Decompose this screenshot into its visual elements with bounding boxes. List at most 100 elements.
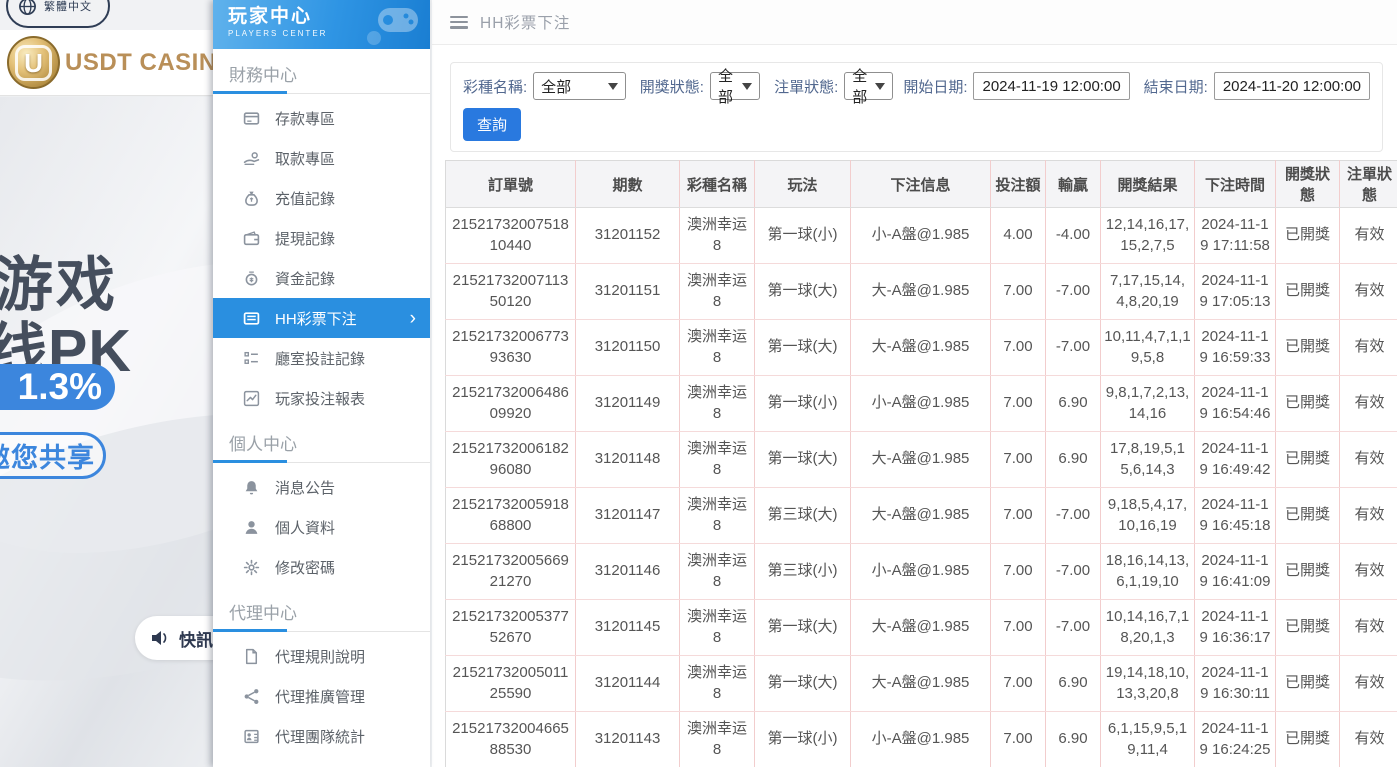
sidebar-item[interactable]: 存款專區 <box>213 98 430 138</box>
table-cell: 第一球(小) <box>755 208 851 264</box>
table-cell: 澳洲幸运8 <box>680 600 755 656</box>
password-gear-icon <box>243 559 260 576</box>
end-date-label: 結束日期: <box>1144 76 1208 97</box>
draw-status-value: 全部 <box>718 65 734 107</box>
sidebar-item-label: 代理推廣管理 <box>275 686 365 707</box>
language-button[interactable]: 繁體中文 <box>6 0 110 28</box>
start-date-value: 2024-11-19 12:00:00 <box>982 78 1120 95</box>
agent-team-icon <box>243 728 260 745</box>
table-cell: 6.90 <box>1046 376 1101 432</box>
table-cell: 2152173200591868800 <box>446 488 576 544</box>
table-cell: 已開獎 <box>1276 264 1340 320</box>
table-cell: 大-A盤@1.985 <box>851 432 991 488</box>
background-topbar: 繁體中文 <box>0 0 213 30</box>
table-cell: -7.00 <box>1046 600 1101 656</box>
table-cell: 31201148 <box>576 432 680 488</box>
withdraw-record-icon <box>243 230 260 247</box>
sidebar-item-label: 代理規則說明 <box>275 646 365 667</box>
table-cell: 10,14,16,7,18,20,1,3 <box>1101 600 1195 656</box>
table-cell: 2024-11-19 16:24:25 <box>1195 712 1276 767</box>
table-cell: 7.00 <box>991 656 1046 712</box>
background-page: 繁體中文 U USDT CASINO 游戏 线PK 1.3% 邀您共享 快訊: <box>0 0 213 767</box>
table-cell: 2024-11-19 16:30:11 <box>1195 656 1276 712</box>
logo-bar: U USDT CASINO <box>0 30 213 96</box>
table-cell: 已開獎 <box>1276 712 1340 767</box>
table-cell: -7.00 <box>1046 320 1101 376</box>
table-row: 215217320067739363031201150澳洲幸运8第一球(大)大-… <box>446 320 1397 376</box>
table-column-header: 玩法 <box>755 161 851 208</box>
table-cell: 小-A盤@1.985 <box>851 544 991 600</box>
table-cell: 31201149 <box>576 376 680 432</box>
table-cell: 有效 <box>1340 656 1397 712</box>
main-panel: HH彩票下注 彩種名稱: 全部 開獎狀態: 全部 注單狀態: 全部 <box>430 0 1397 767</box>
start-date-input[interactable]: 2024-11-19 12:00:00 <box>973 72 1129 100</box>
table-cell: 17,8,19,5,15,6,14,3 <box>1101 432 1195 488</box>
sidebar-item[interactable]: 玩家投注報表 <box>213 378 430 418</box>
sidebar-item[interactable]: 取款專區 <box>213 138 430 178</box>
draw-status-select[interactable]: 全部 <box>710 72 760 100</box>
table-column-header: 彩種名稱 <box>680 161 755 208</box>
table-cell: 有效 <box>1340 488 1397 544</box>
table-column-header: 下注信息 <box>851 161 991 208</box>
sidebar-item[interactable]: 修改密碼 <box>213 547 430 587</box>
order-status-select[interactable]: 全部 <box>844 72 893 100</box>
sidebar-item-label: 個人資料 <box>275 517 335 538</box>
agent-promo-icon <box>243 688 260 705</box>
sidebar-item[interactable]: 代理推廣管理 <box>213 676 430 716</box>
table-cell: 有效 <box>1340 432 1397 488</box>
sidebar-item[interactable]: HH彩票下注› <box>213 298 430 338</box>
table-cell: 第一球(大) <box>755 264 851 320</box>
table-row: 215217320071135012031201151澳洲幸运8第一球(大)大-… <box>446 264 1397 320</box>
section-underline <box>213 460 430 463</box>
table-cell: 已開獎 <box>1276 600 1340 656</box>
sidebar-item[interactable]: 代理團隊統計 <box>213 716 430 756</box>
table-cell: 7.00 <box>991 600 1046 656</box>
sidebar-item[interactable]: 充值記錄 <box>213 178 430 218</box>
agent-rules-icon <box>243 648 260 665</box>
hamburger-menu-icon[interactable] <box>450 16 468 29</box>
table-cell: -7.00 <box>1046 264 1101 320</box>
sidebar-item-label: 消息公告 <box>275 477 335 498</box>
sidebar-item[interactable]: 消息公告 <box>213 467 430 507</box>
table-cell: 2024-11-19 16:54:46 <box>1195 376 1276 432</box>
table-cell: -4.00 <box>1046 208 1101 264</box>
sidebar-item[interactable]: 代理規則說明 <box>213 636 430 676</box>
table-cell: 已開獎 <box>1276 656 1340 712</box>
table-cell: 2024-11-19 17:11:58 <box>1195 208 1276 264</box>
table-cell: 31201144 <box>576 656 680 712</box>
table-cell: 第一球(小) <box>755 712 851 767</box>
search-button[interactable]: 查詢 <box>463 108 521 141</box>
gamepad-icon <box>354 2 424 46</box>
table-cell: 6.90 <box>1046 656 1101 712</box>
end-date-input[interactable]: 2024-11-20 12:00:00 <box>1214 72 1370 100</box>
sidebar-item[interactable]: 個人資料 <box>213 507 430 547</box>
sidebar-item[interactable]: 廳室投註記錄 <box>213 338 430 378</box>
table-cell: 7.00 <box>991 320 1046 376</box>
sidebar-item-label: 取款專區 <box>275 148 335 169</box>
sidebar-item[interactable]: 提現記錄 <box>213 218 430 258</box>
lottery-name-select[interactable]: 全部 <box>533 72 626 100</box>
sidebar-section-label: 個人中心 <box>213 418 430 460</box>
sidebar-item[interactable]: 資金記錄 <box>213 258 430 298</box>
table-cell: 第三球(小) <box>755 544 851 600</box>
speaker-icon <box>150 629 170 647</box>
sidebar-section-label: 財務中心 <box>213 49 430 91</box>
table-cell: -7.00 <box>1046 488 1101 544</box>
table-cell: 有效 <box>1340 600 1397 656</box>
table-cell: 2024-11-19 16:36:17 <box>1195 600 1276 656</box>
lottery-name-value: 全部 <box>541 76 571 97</box>
sidebar-item-label: HH彩票下注 <box>275 308 357 329</box>
table-header-row: 訂單號期數彩種名稱玩法下注信息投注額輸贏開獎結果下注時間開獎狀態注單狀態 <box>446 161 1397 208</box>
table-column-header: 注單狀態 <box>1340 161 1397 208</box>
table-row: 215217320064860992031201149澳洲幸运8第一球(小)小-… <box>446 376 1397 432</box>
table-cell: 12,14,16,17,15,2,7,5 <box>1101 208 1195 264</box>
table-cell: 澳洲幸运8 <box>680 264 755 320</box>
table-cell: 7.00 <box>991 712 1046 767</box>
table-row: 215217320059186880031201147澳洲幸运8第三球(大)大-… <box>446 488 1397 544</box>
table-row: 215217320061829608031201148澳洲幸运8第一球(大)大-… <box>446 432 1397 488</box>
filter-row: 彩種名稱: 全部 開獎狀態: 全部 注單狀態: 全部 開始日期: 2024-11 <box>463 72 1370 100</box>
table-column-header: 下注時間 <box>1195 161 1276 208</box>
promo-banner: 游戏 线PK 1.3% 邀您共享 快訊: <box>0 97 213 767</box>
sidebar-item-label: 廳室投註記錄 <box>275 348 365 369</box>
table-cell: 7.00 <box>991 432 1046 488</box>
